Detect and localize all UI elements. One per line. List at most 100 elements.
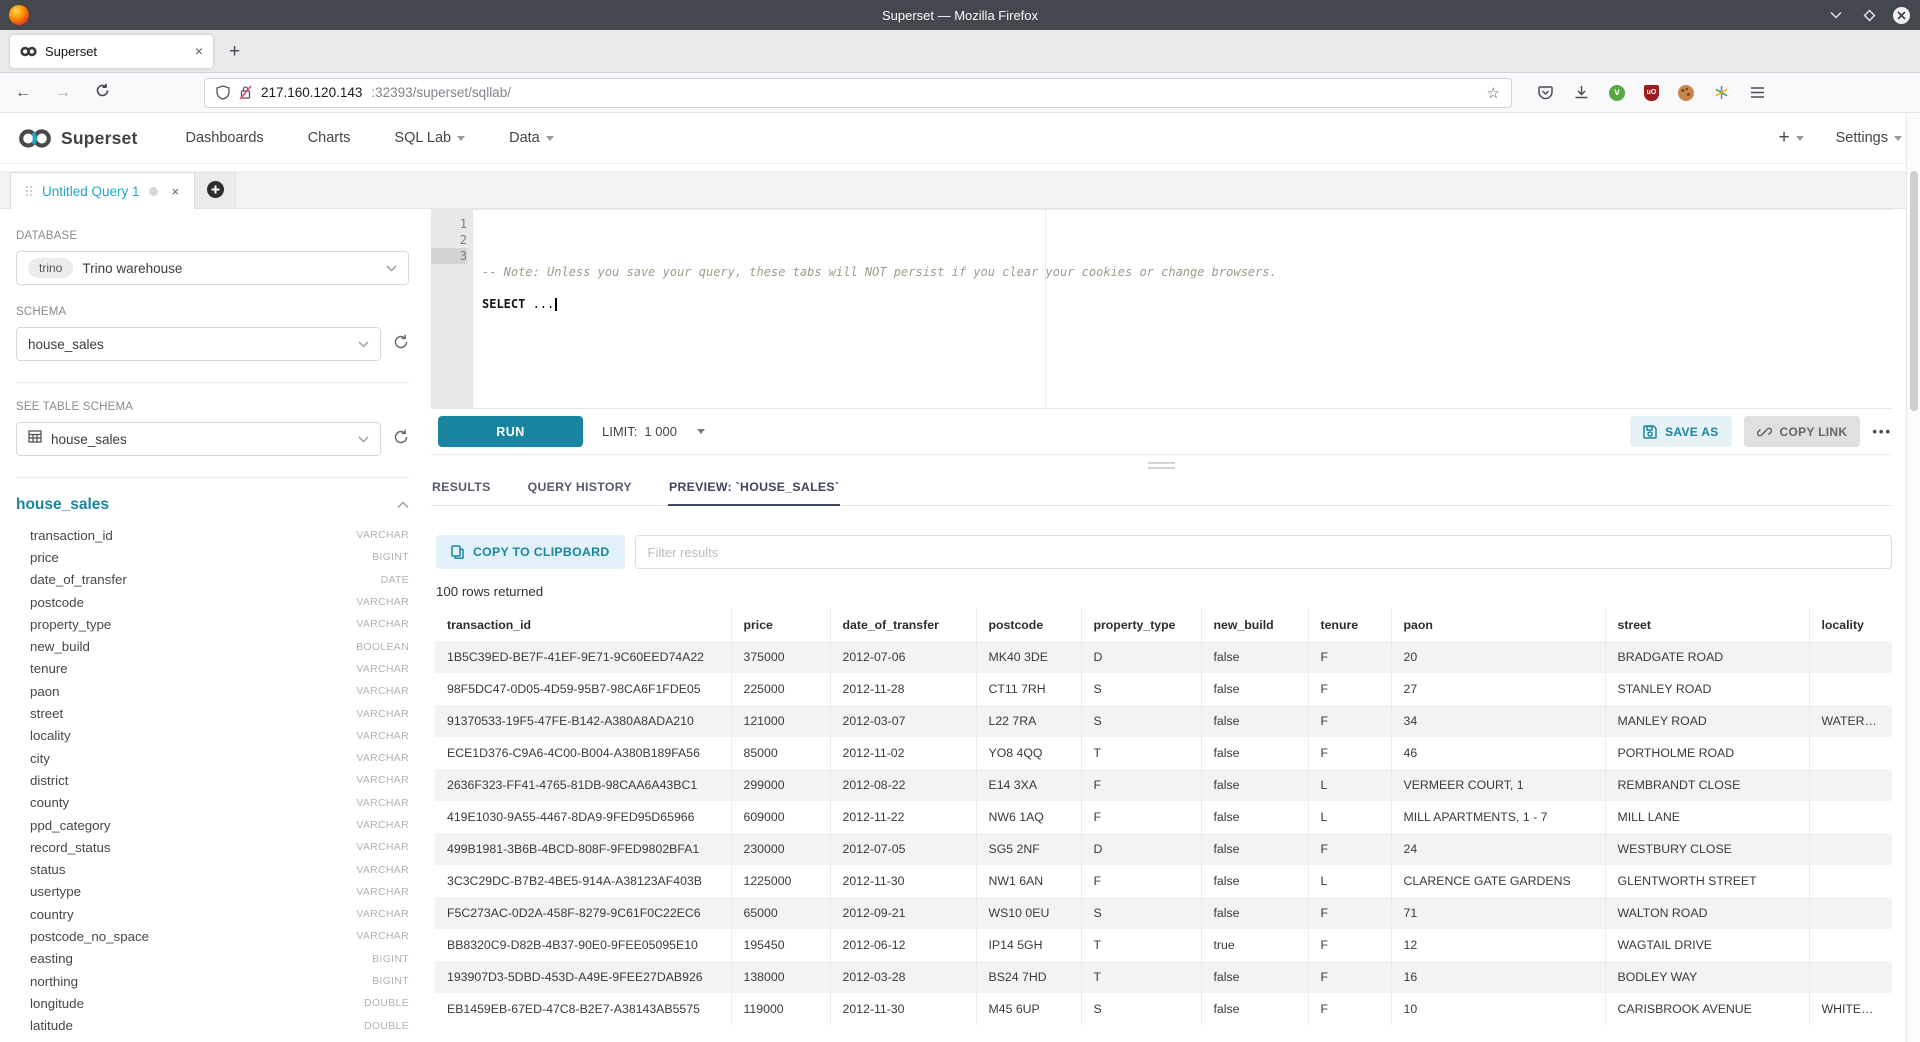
cookie-extension-icon[interactable] — [1678, 85, 1694, 101]
filter-results-input[interactable] — [635, 535, 1892, 569]
reload-icon[interactable] — [95, 83, 110, 103]
nav-item-data[interactable]: Data — [509, 130, 554, 146]
tab-close-icon[interactable]: × — [195, 43, 203, 59]
column-header-price[interactable]: price — [731, 608, 830, 641]
table-cell: T — [1081, 737, 1201, 769]
table-cell: 2012-11-30 — [830, 865, 976, 897]
table-cell — [1809, 865, 1892, 897]
column-header-street[interactable]: street — [1605, 608, 1809, 641]
table-cell: 3C3C29DC-B7B2-4BE5-914A-A38123AF403B — [435, 865, 731, 897]
schema-select[interactable]: house_sales — [16, 327, 381, 361]
back-icon[interactable]: ← — [15, 84, 31, 102]
column-header-date_of_transfer[interactable]: date_of_transfer — [830, 608, 976, 641]
table-cell — [1809, 737, 1892, 769]
new-dropdown-button[interactable]: + — [1778, 127, 1803, 149]
url-bar[interactable]: 217.160.120.143 :32393/superset/sqllab/ … — [204, 78, 1512, 108]
table-cell: F — [1308, 833, 1391, 865]
add-query-tab-button[interactable] — [195, 171, 236, 208]
table-row: 499B1981-3B6B-4BCD-808F-9FED9802BFA12300… — [435, 833, 1892, 865]
table-cell: F — [1308, 993, 1391, 1025]
table-cell: EB1459EB-67ED-47C8-B2E7-A38143AB5575 — [435, 993, 731, 1025]
privacy-badger-icon[interactable]: v — [1609, 85, 1625, 101]
tab-preview-house-sales[interactable]: PREVIEW: `HOUSE_SALES` — [668, 475, 840, 506]
browser-tab-superset[interactable]: Superset × — [10, 35, 213, 68]
superset-logo[interactable]: Superset — [18, 128, 138, 149]
window-title: Superset — Mozilla Firefox — [0, 8, 1920, 23]
column-type: BIGINT — [372, 975, 409, 987]
table-cell: CARISBROOK AVENUE — [1605, 993, 1809, 1025]
schema-column-row: districtVARCHAR — [16, 769, 409, 791]
chevron-up-icon[interactable] — [397, 496, 409, 514]
nav-item-dashboards[interactable]: Dashboards — [186, 130, 264, 146]
window-maximize-icon[interactable] — [1860, 6, 1878, 24]
container-asterisk-icon[interactable] — [1713, 84, 1730, 101]
column-type: VARCHAR — [356, 529, 409, 541]
table-cell: MILL LANE — [1605, 801, 1809, 833]
table-cell: 98F5DC47-0D05-4D59-95B7-98CA6F1FDE05 — [435, 673, 731, 705]
schema-value: house_sales — [28, 337, 349, 352]
results-grid[interactable]: transaction_idpricedate_of_transferpostc… — [431, 608, 1892, 1042]
table-cell: 2636F323-FF41-4765-81DB-98CAA6A43BC1 — [435, 769, 731, 801]
drag-handle-icon[interactable] — [26, 186, 33, 197]
column-type: VARCHAR — [356, 841, 409, 853]
column-header-tenure[interactable]: tenure — [1308, 608, 1391, 641]
resize-grip[interactable] — [431, 455, 1892, 475]
column-header-transaction_id[interactable]: transaction_id — [435, 608, 731, 641]
column-type: VARCHAR — [356, 730, 409, 742]
new-tab-button[interactable]: + — [229, 42, 240, 61]
bookmark-star-icon[interactable]: ☆ — [1487, 84, 1500, 102]
nav-item-charts[interactable]: Charts — [308, 130, 351, 146]
save-as-button[interactable]: SAVE AS — [1630, 416, 1731, 447]
window-close-icon[interactable] — [1893, 7, 1910, 24]
scrollbar-thumb[interactable] — [1910, 171, 1918, 411]
nav-item-sql-lab[interactable]: SQL Lab — [394, 130, 465, 146]
more-options-icon[interactable]: ••• — [1872, 424, 1892, 439]
table-cell: 24 — [1391, 833, 1605, 865]
run-button[interactable]: RUN — [438, 416, 583, 447]
insecure-lock-icon[interactable] — [239, 85, 252, 100]
refresh-table-icon[interactable] — [393, 429, 409, 450]
page-scrollbar[interactable] — [1906, 113, 1920, 1042]
pocket-icon[interactable] — [1537, 84, 1554, 101]
schema-column-row: postcodeVARCHAR — [16, 591, 409, 613]
table-row: 98F5DC47-0D05-4D59-95B7-98CA6F1FDE052250… — [435, 673, 1892, 705]
schema-column-row: record_statusVARCHAR — [16, 836, 409, 858]
table-cell: S — [1081, 673, 1201, 705]
column-header-new_build[interactable]: new_build — [1201, 608, 1308, 641]
table-schema-select[interactable]: house_sales — [16, 422, 381, 456]
column-type: BOOLEAN — [356, 641, 409, 653]
tab-results[interactable]: RESULTS — [431, 475, 492, 505]
table-header-row: transaction_idpricedate_of_transferpostc… — [435, 608, 1892, 641]
column-header-paon[interactable]: paon — [1391, 608, 1605, 641]
sql-editor[interactable]: 123 -- Note: Unless you save your query,… — [431, 209, 1892, 409]
print-margin-line — [1045, 210, 1046, 408]
sqllab-sidebar: DATABASE trino Trino warehouse SCHEMA ho… — [0, 209, 431, 1042]
window-minimize-icon[interactable] — [1827, 6, 1845, 24]
column-header-postcode[interactable]: postcode — [976, 608, 1081, 641]
refresh-schema-icon[interactable] — [393, 334, 409, 355]
copy-link-button[interactable]: COPY LINK — [1744, 416, 1861, 447]
column-header-locality[interactable]: locality — [1809, 608, 1892, 641]
settings-menu[interactable]: Settings — [1836, 130, 1902, 146]
table-cell: 91370533-19F5-47FE-B142-A380A8ADA210 — [435, 705, 731, 737]
tab-query-history[interactable]: QUERY HISTORY — [527, 475, 633, 505]
ublock-icon[interactable]: uO — [1644, 85, 1659, 101]
schema-column-row: statusVARCHAR — [16, 858, 409, 880]
editor-code[interactable]: -- Note: Unless you save your query, the… — [473, 210, 1892, 408]
table-cell: CLARENCE GATE GARDENS — [1391, 865, 1605, 897]
table-cell: BB8320C9-D82B-4B37-90E0-9FEE05095E10 — [435, 929, 731, 961]
copy-to-clipboard-button[interactable]: COPY TO CLIPBOARD — [436, 535, 625, 569]
table-cell — [1809, 833, 1892, 865]
table-cell: 2012-07-05 — [830, 833, 976, 865]
query-tab-untitled-1[interactable]: Untitled Query 1 × — [10, 172, 195, 209]
table-cell: ECE1D376-C9A6-4C00-B004-A380B189FA56 — [435, 737, 731, 769]
rows-returned-text: 100 rows returned — [431, 584, 1892, 599]
limit-dropdown[interactable]: LIMIT: 1 000 — [602, 424, 705, 439]
database-select[interactable]: trino Trino warehouse — [16, 251, 409, 285]
download-icon[interactable] — [1573, 84, 1590, 101]
column-header-property_type[interactable]: property_type — [1081, 608, 1201, 641]
plus-circle-icon — [207, 181, 224, 198]
menu-hamburger-icon[interactable] — [1749, 84, 1766, 101]
column-type: DOUBLE — [364, 997, 409, 1009]
query-tab-close-icon[interactable]: × — [172, 184, 180, 199]
